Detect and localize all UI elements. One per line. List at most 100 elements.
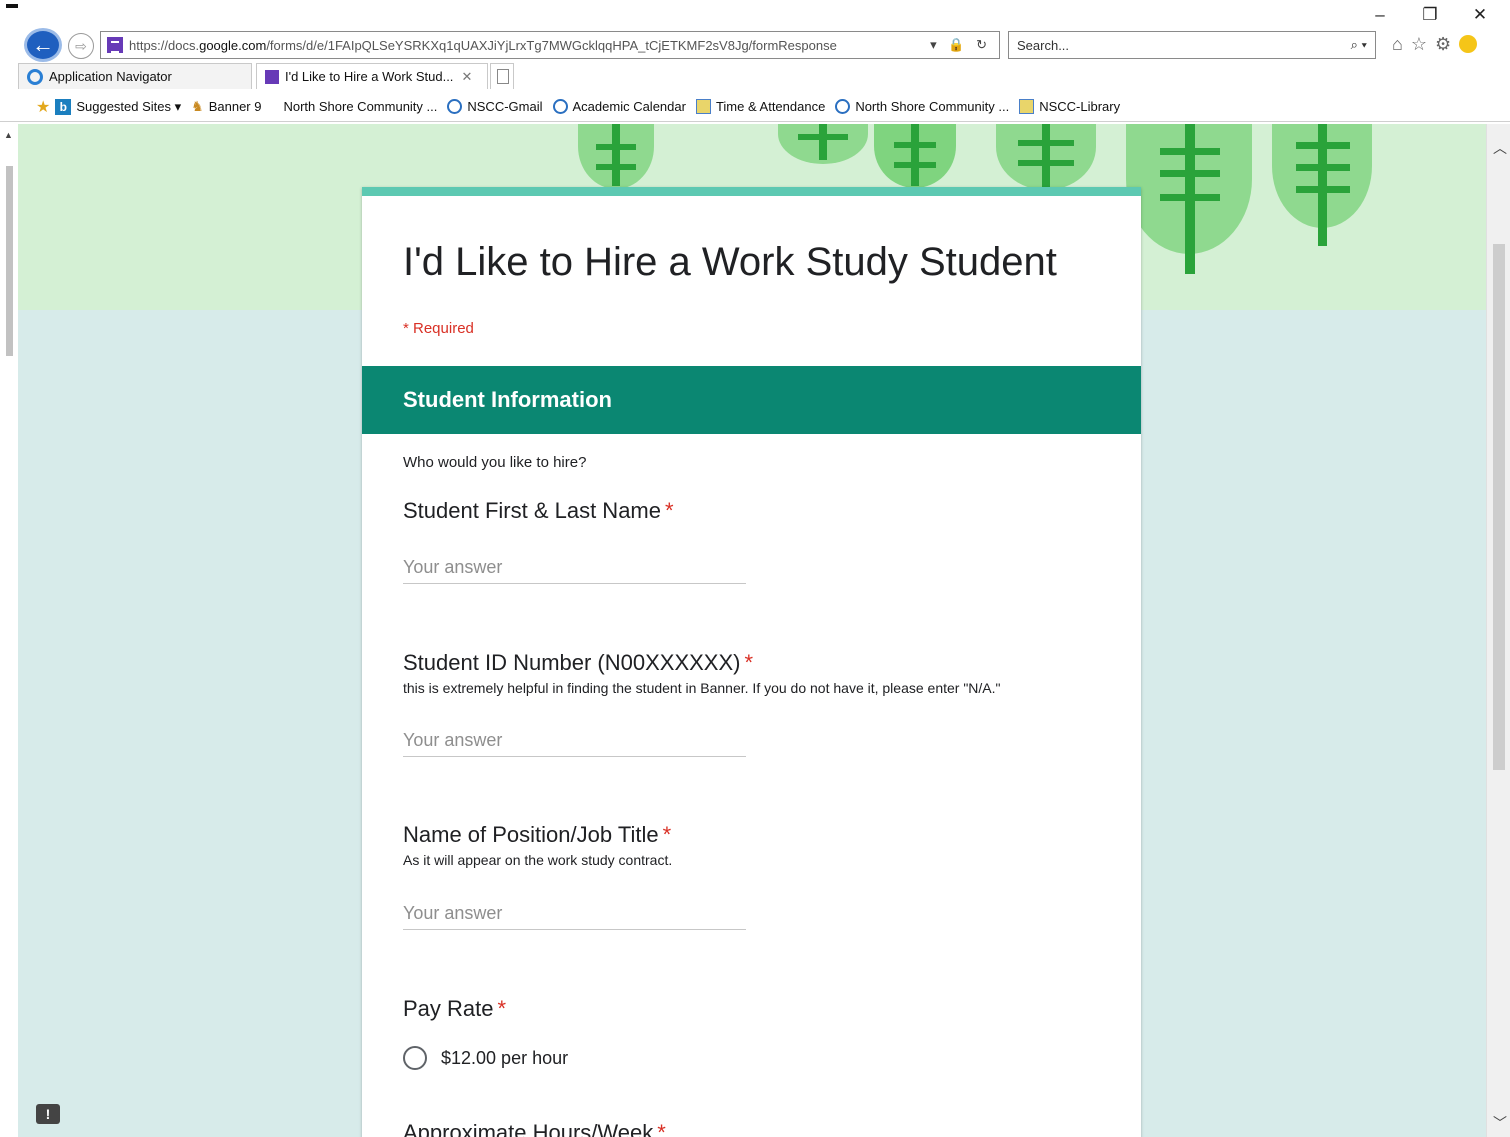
tree-branch-decoration — [1160, 194, 1220, 201]
address-actions-icons[interactable]: ▾ 🔒 ↻ — [930, 37, 999, 53]
tab-label: I'd Like to Hire a Work Stud... — [285, 69, 454, 84]
right-scroll-thumb[interactable] — [1493, 244, 1505, 770]
favorite-label: NSCC-Library — [1039, 99, 1121, 114]
tree-branch-decoration — [596, 164, 636, 170]
forward-button[interactable]: ⇨ — [68, 33, 94, 59]
tree-branch-decoration — [1160, 170, 1220, 177]
question-text: Name of Position/Job Title — [403, 822, 659, 847]
report-feedback-icon[interactable]: ! — [36, 1104, 60, 1124]
close-tab-icon[interactable]: ✕ — [461, 69, 472, 85]
scroll-up-arrow-icon[interactable]: ▲ — [4, 130, 13, 140]
browser-tool-icons: ⌂ ☆ ⚙ — [1392, 34, 1478, 55]
favorite-north-shore-1[interactable]: North Shore Community ... — [283, 99, 437, 114]
left-scroll-thumb[interactable] — [6, 166, 13, 356]
navigation-bar: ← ⇨ https://docs.google.com/forms/d/e/1F… — [0, 28, 1510, 62]
tree-branch-decoration — [1296, 142, 1350, 149]
favorites-star-icon[interactable]: ☆ — [1411, 34, 1427, 55]
url-path: /forms/d/e/1FAIpQLSeYSRKXq1qUAXJiYjLrxTg… — [266, 37, 837, 53]
tree-branch-decoration — [1160, 148, 1220, 155]
favorite-time-attendance[interactable]: Time & Attendance — [695, 99, 826, 114]
favorite-north-shore-2[interactable]: North Shore Community ... — [835, 99, 1009, 114]
required-asterisk: * — [497, 996, 507, 1021]
settings-gear-icon[interactable]: ⚙ — [1435, 34, 1451, 55]
page-viewport: ▲ ︿ ﹀ ! I'd Like to Hire a Work Study St… — [0, 124, 1510, 1137]
minimize-button[interactable]: – — [1368, 4, 1392, 26]
question-hours-per-week: Approximate Hours/Week * — [403, 1120, 1103, 1137]
favorite-suggested-sites[interactable]: b Suggested Sites ▾ — [55, 98, 181, 115]
url-prefix: https://docs. — [129, 37, 200, 53]
back-button[interactable]: ← — [24, 28, 62, 62]
student-id-input[interactable] — [403, 725, 746, 757]
favorite-nscc-library[interactable]: NSCC-Library — [1019, 99, 1120, 114]
browser-search-box[interactable]: Search... ⌕ ▾ — [1008, 31, 1376, 59]
favorites-bar: ★ b Suggested Sites ▾ ♞ Banner 9 North S… — [0, 92, 1510, 122]
tab-application-navigator[interactable]: Application Navigator — [18, 63, 252, 89]
tree-trunk-decoration — [612, 124, 620, 186]
question-label: Student First & Last Name * — [403, 498, 1103, 524]
right-scrollbar[interactable]: ︿ ﹀ — [1486, 124, 1510, 1137]
tree-trunk-decoration — [1042, 124, 1050, 188]
ie-page-icon — [695, 99, 711, 114]
tree-trunk-decoration — [911, 124, 919, 186]
favorites-star-icon[interactable]: ★ — [36, 97, 50, 117]
circle-e-icon — [552, 99, 568, 114]
address-bar[interactable]: https://docs.google.com/forms/d/e/1FAIpQ… — [100, 31, 1000, 59]
pay-rate-option[interactable]: $12.00 per hour — [403, 1046, 568, 1070]
question-label: Approximate Hours/Week * — [403, 1120, 1103, 1137]
address-url[interactable]: https://docs.google.com/forms/d/e/1FAIpQ… — [129, 38, 930, 53]
window-controls: – ❐ ✕ — [1368, 4, 1492, 26]
tree-branch-decoration — [1296, 186, 1350, 193]
question-text: Student ID Number (N00XXXXXX) — [403, 650, 741, 675]
favorite-academic-calendar[interactable]: Academic Calendar — [552, 99, 686, 114]
required-asterisk: * — [744, 650, 754, 675]
required-note: * Required — [403, 320, 474, 337]
home-icon[interactable]: ⌂ — [1392, 34, 1403, 55]
form-card: I'd Like to Hire a Work Study Student * … — [362, 187, 1141, 1137]
favorite-label: North Shore Community ... — [855, 99, 1010, 114]
search-placeholder: Search... — [1017, 37, 1070, 53]
form-title: I'd Like to Hire a Work Study Student — [403, 240, 1057, 284]
scroll-down-chevron-icon[interactable]: ﹀ — [1493, 1113, 1507, 1133]
tab-work-study-form[interactable]: I'd Like to Hire a Work Stud... ✕ — [256, 63, 488, 89]
question-label: Pay Rate * — [403, 996, 1103, 1022]
google-forms-favicon-icon — [107, 37, 123, 53]
banner-icon: ♞ — [191, 98, 204, 114]
left-scrollbar[interactable]: ▲ — [0, 124, 18, 1137]
new-tab-button[interactable] — [490, 63, 514, 89]
question-text: Student First & Last Name — [403, 498, 661, 523]
tree-branch-decoration — [1018, 140, 1074, 146]
section-description: Who would you like to hire? — [403, 454, 587, 471]
favorite-nscc-gmail[interactable]: NSCC-Gmail — [447, 99, 543, 114]
pay-rate-radio[interactable] — [403, 1046, 427, 1070]
tree-trunk-decoration — [819, 124, 827, 160]
section-title: Student Information — [403, 387, 612, 412]
forms-icon — [265, 69, 279, 84]
favorite-banner-9[interactable]: ♞ Banner 9 — [191, 98, 261, 115]
feedback-smiley-icon[interactable] — [1459, 35, 1478, 53]
position-title-input[interactable] — [403, 898, 746, 930]
back-arrow-icon: ← — [32, 32, 54, 57]
browser-chrome: – ❐ ✕ ← ⇨ https://docs.google.com/forms/… — [0, 0, 1510, 124]
tree-branch-decoration — [1018, 160, 1074, 166]
tree-branch-decoration — [894, 162, 936, 168]
circle-e-icon — [835, 99, 851, 114]
ie-icon — [27, 68, 43, 85]
favorite-label: NSCC-Gmail — [467, 99, 543, 114]
favorite-label: North Shore Community ... — [283, 99, 438, 114]
question-help-text: As it will appear on the work study cont… — [403, 852, 673, 868]
question-pay-rate: Pay Rate * — [403, 996, 1103, 1022]
pay-rate-option-label: $12.00 per hour — [441, 1047, 569, 1068]
tree-branch-decoration — [798, 134, 848, 140]
favorite-label: Academic Calendar — [572, 99, 686, 114]
question-student-id: Student ID Number (N00XXXXXX) * this is e… — [403, 650, 1103, 696]
search-icon[interactable]: ⌕ ▾ — [1351, 37, 1367, 53]
tab-label: Application Navigator — [49, 69, 172, 84]
url-host: google.com — [199, 37, 267, 53]
required-asterisk: * — [665, 498, 674, 523]
scroll-up-chevron-icon[interactable]: ︿ — [1493, 138, 1507, 158]
favorite-label: Banner 9 — [208, 99, 262, 114]
favorite-label: Time & Attendance — [715, 99, 826, 114]
close-window-button[interactable]: ✕ — [1468, 4, 1492, 26]
restore-button[interactable]: ❐ — [1418, 4, 1442, 26]
student-name-input[interactable] — [403, 552, 746, 584]
